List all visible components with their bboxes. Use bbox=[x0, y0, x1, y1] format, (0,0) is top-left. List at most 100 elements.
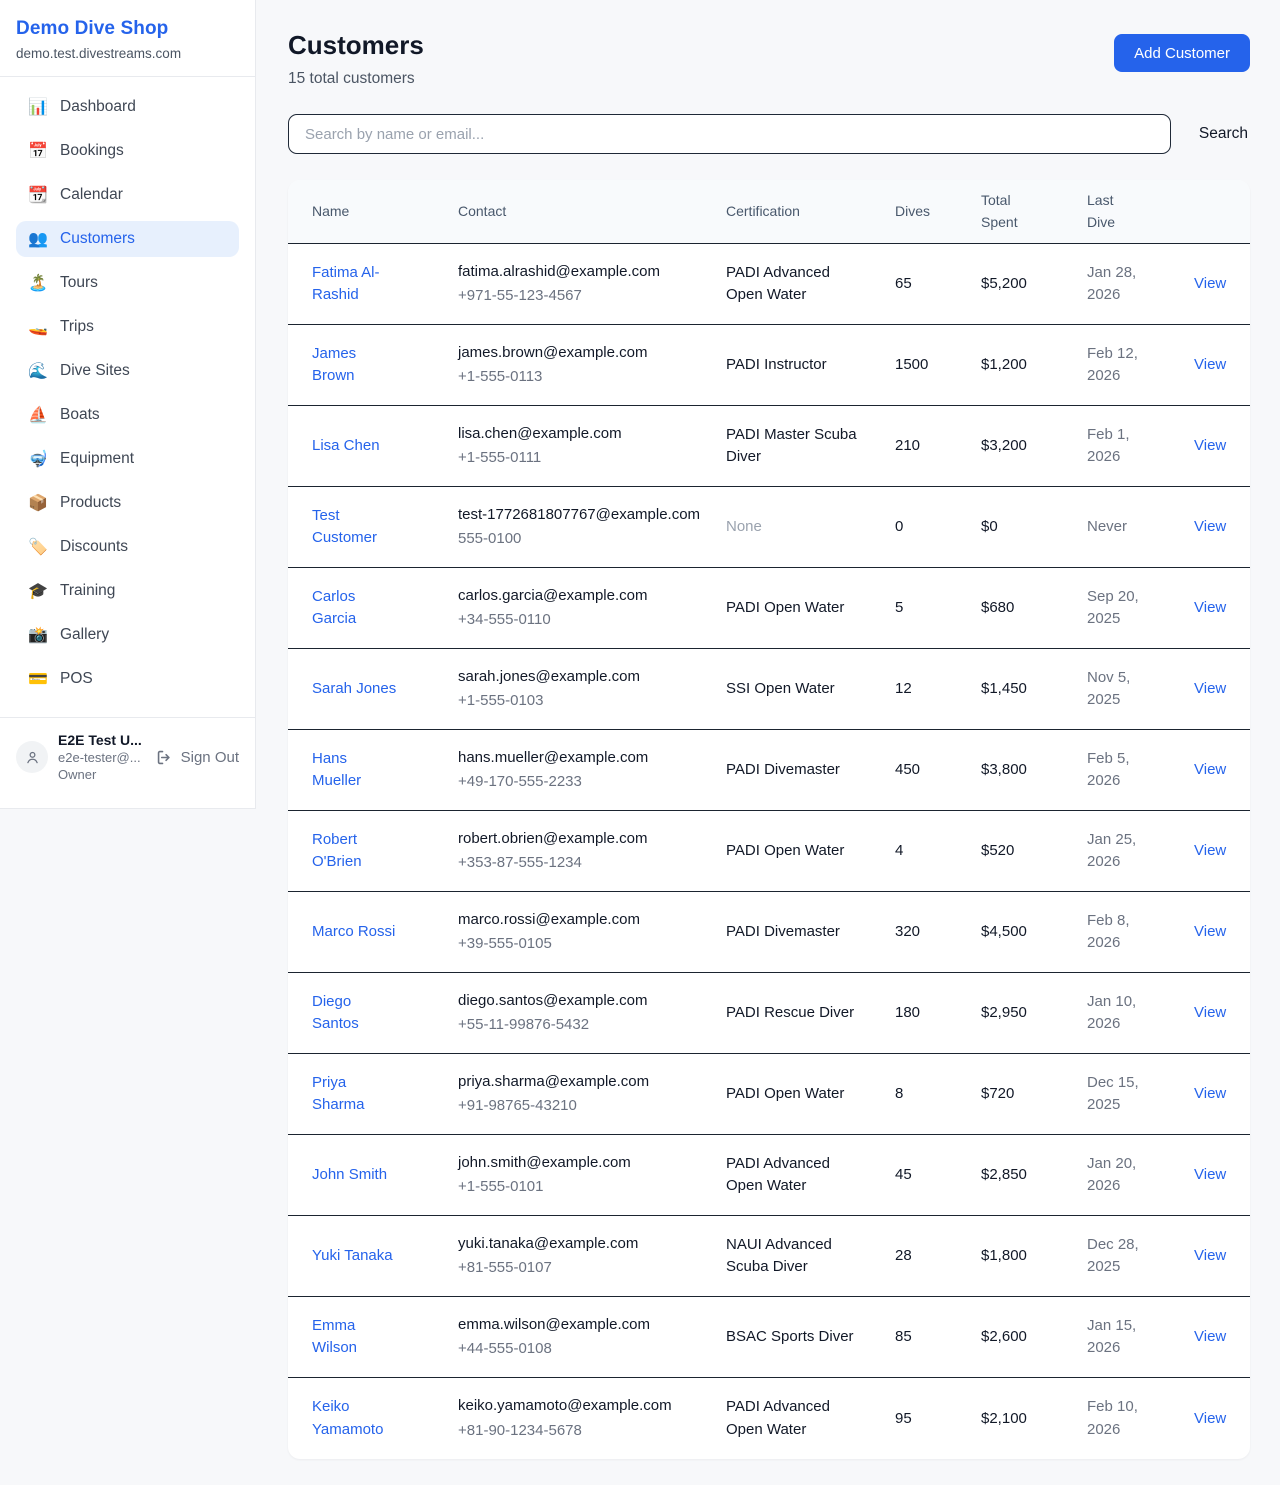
sidebar-item-dive-sites[interactable]: 🌊 Dive Sites bbox=[16, 353, 239, 389]
table-row: Marco Rossi marco.rossi@example.com +39-… bbox=[288, 892, 1250, 973]
cell-total-spent: $720 bbox=[981, 1067, 1087, 1122]
add-customer-button[interactable]: Add Customer bbox=[1114, 34, 1250, 72]
cell-contact: test-1772681807767@example.com 555-0100 bbox=[458, 488, 726, 567]
cell-total-spent: $2,850 bbox=[981, 1148, 1087, 1203]
sidebar-item-discounts[interactable]: 🏷️ Discounts bbox=[16, 529, 239, 565]
customer-name-link[interactable]: Lisa Chen bbox=[312, 435, 380, 458]
sidebar-item-dashboard[interactable]: 📊 Dashboard bbox=[16, 89, 239, 125]
cell-dives: 28 bbox=[895, 1229, 981, 1284]
customer-email: test-1772681807767@example.com bbox=[458, 504, 704, 527]
sidebar-item-training[interactable]: 🎓 Training bbox=[16, 573, 239, 609]
cell-dives: 4 bbox=[895, 824, 981, 879]
view-link[interactable]: View bbox=[1194, 518, 1226, 535]
table-row: Hans Mueller hans.mueller@example.com +4… bbox=[288, 730, 1250, 811]
cell-last-dive: Dec 15, 2025 bbox=[1087, 1056, 1194, 1133]
customer-last-dive: Feb 10, 2026 bbox=[1087, 1396, 1157, 1441]
view-link[interactable]: View bbox=[1194, 437, 1226, 454]
search-button[interactable]: Search bbox=[1197, 121, 1250, 147]
customer-certification: PADI Open Water bbox=[726, 597, 844, 620]
customer-name-link[interactable]: Test Customer bbox=[312, 505, 400, 550]
customer-last-dive: Feb 8, 2026 bbox=[1087, 910, 1157, 955]
customer-name-link[interactable]: John Smith bbox=[312, 1164, 387, 1187]
cell-certification: PADI Master Scuba Diver bbox=[726, 408, 895, 485]
cell-contact: sarah.jones@example.com +1-555-0103 bbox=[458, 650, 726, 729]
view-link[interactable]: View bbox=[1194, 275, 1226, 292]
customer-name-link[interactable]: Priya Sharma bbox=[312, 1072, 400, 1117]
view-link[interactable]: View bbox=[1194, 1410, 1226, 1427]
customer-name-link[interactable]: Carlos Garcia bbox=[312, 586, 400, 631]
customer-certification: NAUI Advanced Scuba Diver bbox=[726, 1234, 866, 1279]
customer-email: marco.rossi@example.com bbox=[458, 909, 704, 932]
view-link[interactable]: View bbox=[1194, 923, 1226, 940]
sidebar-item-label: Trips bbox=[60, 318, 94, 336]
customer-name-link[interactable]: Fatima Al-Rashid bbox=[312, 262, 400, 307]
cell-last-dive: Feb 8, 2026 bbox=[1087, 894, 1194, 971]
sidebar-item-customers[interactable]: 👥 Customers bbox=[16, 221, 239, 257]
cell-contact: lisa.chen@example.com +1-555-0111 bbox=[458, 407, 726, 486]
customer-certification: PADI Advanced Open Water bbox=[726, 1396, 866, 1441]
customer-name-link[interactable]: Robert O'Brien bbox=[312, 829, 400, 874]
cell-dives: 8 bbox=[895, 1067, 981, 1122]
customer-name-link[interactable]: Keiko Yamamoto bbox=[312, 1396, 400, 1441]
view-link[interactable]: View bbox=[1194, 680, 1226, 697]
customer-name-link[interactable]: Emma Wilson bbox=[312, 1315, 400, 1360]
sidebar-item-pos[interactable]: 💳 POS bbox=[16, 661, 239, 697]
column-header-name: Name bbox=[312, 191, 458, 233]
cell-total-spent: $2,950 bbox=[981, 986, 1087, 1041]
sign-out-button[interactable]: Sign Out bbox=[155, 748, 239, 767]
sidebar-item-gallery[interactable]: 📸 Gallery bbox=[16, 617, 239, 653]
logout-icon bbox=[155, 748, 174, 767]
cell-name: Test Customer bbox=[312, 489, 458, 566]
cell-name: Emma Wilson bbox=[312, 1299, 458, 1376]
cell-action: View bbox=[1194, 1067, 1240, 1122]
cell-name: Marco Rossi bbox=[312, 905, 458, 960]
cell-dives: 1500 bbox=[895, 338, 981, 393]
view-link[interactable]: View bbox=[1194, 1247, 1226, 1264]
customer-email: yuki.tanaka@example.com bbox=[458, 1233, 704, 1256]
cell-total-spent: $520 bbox=[981, 824, 1087, 879]
customer-name-link[interactable]: Sarah Jones bbox=[312, 678, 396, 701]
sidebar-item-equipment[interactable]: 🤿 Equipment bbox=[16, 441, 239, 477]
customer-certification: PADI Master Scuba Diver bbox=[726, 424, 866, 469]
cell-total-spent: $1,800 bbox=[981, 1229, 1087, 1284]
sidebar-item-bookings[interactable]: 📅 Bookings bbox=[16, 133, 239, 169]
cell-certification: PADI Open Water bbox=[726, 1067, 895, 1122]
sidebar-item-calendar[interactable]: 📆 Calendar bbox=[16, 177, 239, 213]
cell-dives: 12 bbox=[895, 662, 981, 717]
customer-last-dive: Jan 20, 2026 bbox=[1087, 1153, 1157, 1198]
search-input[interactable] bbox=[288, 114, 1171, 154]
customer-name-link[interactable]: Hans Mueller bbox=[312, 748, 400, 793]
sidebar-item-products[interactable]: 📦 Products bbox=[16, 485, 239, 521]
customer-name-link[interactable]: James Brown bbox=[312, 343, 400, 388]
view-link[interactable]: View bbox=[1194, 842, 1226, 859]
view-link[interactable]: View bbox=[1194, 599, 1226, 616]
view-link[interactable]: View bbox=[1194, 1004, 1226, 1021]
view-link[interactable]: View bbox=[1194, 1328, 1226, 1345]
customer-name-link[interactable]: Marco Rossi bbox=[312, 921, 395, 944]
sidebar-item-label: Training bbox=[60, 582, 115, 600]
view-link[interactable]: View bbox=[1194, 356, 1226, 373]
sidebar-item-tours[interactable]: 🏝️ Tours bbox=[16, 265, 239, 301]
search-row: Search bbox=[288, 114, 1250, 154]
sidebar-item-trips[interactable]: 🚤 Trips bbox=[16, 309, 239, 345]
customer-certification: SSI Open Water bbox=[726, 678, 835, 701]
cell-action: View bbox=[1194, 1229, 1240, 1284]
customer-name-link[interactable]: Diego Santos bbox=[312, 991, 400, 1036]
cell-dives: 180 bbox=[895, 986, 981, 1041]
cell-action: View bbox=[1194, 500, 1240, 555]
view-link[interactable]: View bbox=[1194, 1085, 1226, 1102]
customer-name-link[interactable]: Yuki Tanaka bbox=[312, 1245, 393, 1268]
view-link[interactable]: View bbox=[1194, 761, 1226, 778]
cell-action: View bbox=[1194, 581, 1240, 636]
customer-certification: PADI Advanced Open Water bbox=[726, 262, 866, 307]
cell-contact: robert.obrien@example.com +353-87-555-12… bbox=[458, 812, 726, 891]
sidebar-item-label: Bookings bbox=[60, 142, 124, 160]
customer-certification: None bbox=[726, 516, 762, 539]
page-subtitle: 15 total customers bbox=[288, 70, 424, 88]
user-section: E2E Test U... e2e-tester@... Owner Sign … bbox=[0, 718, 255, 798]
sidebar-item-boats[interactable]: ⛵ Boats bbox=[16, 397, 239, 433]
cell-certification: SSI Open Water bbox=[726, 662, 895, 717]
table-row: Sarah Jones sarah.jones@example.com +1-5… bbox=[288, 649, 1250, 730]
cell-total-spent: $2,600 bbox=[981, 1310, 1087, 1365]
view-link[interactable]: View bbox=[1194, 1166, 1226, 1183]
